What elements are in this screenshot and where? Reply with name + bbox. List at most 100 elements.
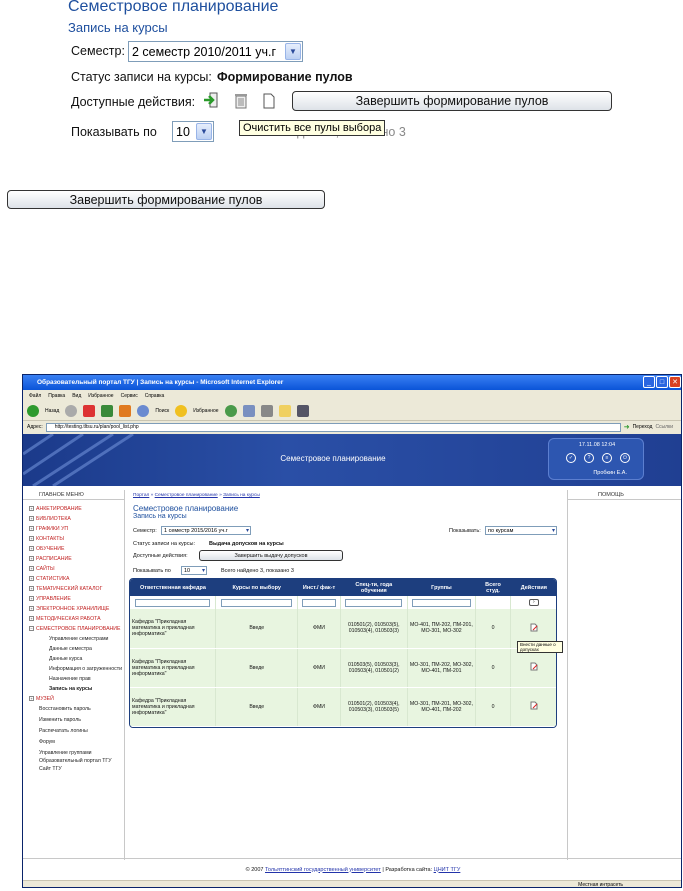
menu-item-statistics[interactable]: + СТАТИСТИКА	[23, 576, 124, 582]
help-panel: ПОМОЩЬ	[567, 490, 681, 860]
menu-edit[interactable]: Правка	[48, 393, 65, 399]
enter-icon[interactable]	[203, 92, 219, 108]
go-arrow-icon[interactable]: ➜	[624, 423, 630, 431]
status-label: Статус записи на курсы:	[71, 70, 212, 84]
table-row: Кафедра "Прикладная математика и приклад…	[130, 648, 556, 688]
edit-document-icon[interactable]	[530, 662, 538, 671]
star-icon[interactable]	[175, 404, 188, 417]
footer-university-link[interactable]: Тольяттинский государственный университе…	[265, 867, 381, 873]
col-dept[interactable]: Ответственная кафедра	[130, 579, 216, 596]
menu-view[interactable]: Вид	[72, 393, 81, 399]
filter-course-input[interactable]	[221, 598, 292, 607]
home-icon[interactable]	[119, 404, 132, 417]
change-password-link[interactable]: Изменить пароль	[23, 717, 124, 723]
col-spec[interactable]: Спец-ти, года обучения	[340, 579, 408, 596]
portal-show-select[interactable]: по курсам	[485, 526, 557, 535]
col-groups[interactable]: Группы	[407, 579, 476, 596]
menu-item-sites[interactable]: + САЙТЫ	[23, 566, 124, 572]
menu-item-education[interactable]: + ОБУЧЕНИЕ	[23, 546, 124, 552]
refresh-icon[interactable]	[101, 404, 114, 417]
search-button[interactable]: Поиск	[155, 408, 169, 414]
breadcrumb-enrollment[interactable]: Запись на курсы	[223, 493, 260, 498]
back-arrow-icon[interactable]	[27, 404, 39, 417]
submenu-workload[interactable]: Информация о загруженности	[23, 666, 124, 672]
filter-apply-button[interactable]: ›	[528, 599, 539, 606]
footer-dev-link[interactable]: ЦНИТ ТГУ	[434, 867, 461, 873]
menu-tools[interactable]: Сервис	[121, 393, 138, 399]
col-total[interactable]: Всего студ.	[475, 579, 511, 596]
links-label[interactable]: Ссылки	[655, 424, 673, 430]
submenu-course-data[interactable]: Данные курса	[23, 656, 124, 662]
document-icon[interactable]	[263, 93, 275, 109]
menu-favorites[interactable]: Избранное	[88, 393, 113, 399]
mail-icon[interactable]	[242, 404, 255, 417]
settings-icon[interactable]: ≡	[602, 453, 612, 463]
filter-spec-input[interactable]	[345, 598, 403, 607]
menu-help[interactable]: Справка	[145, 393, 165, 399]
site-link[interactable]: Сайт ТГУ	[23, 766, 124, 772]
finish-pools-button-standalone[interactable]: Завершить формирование пулов	[7, 190, 325, 209]
menu-item-methodical[interactable]: + МЕТОДИЧЕСКАЯ РАБОТА	[23, 616, 124, 622]
favorites-button[interactable]: Избранное	[193, 408, 218, 414]
forum-link[interactable]: Форум	[23, 739, 124, 745]
browser-toolbar: Назад Поиск Избранное	[23, 401, 681, 421]
col-course[interactable]: Курсы по выбору	[215, 579, 298, 596]
back-button[interactable]: Назад	[45, 408, 59, 414]
status-value: Формирование пулов	[217, 70, 353, 84]
breadcrumb: Портал » Семестровое планирование » Запи…	[133, 493, 260, 498]
menu-item-contacts[interactable]: + КОНТАКТЫ	[23, 536, 124, 542]
portal-link[interactable]: Образовательный портал ТГУ	[23, 758, 124, 764]
menu-item-schedule[interactable]: + РАСПИСАНИЕ	[23, 556, 124, 562]
menu-file[interactable]: Файл	[29, 393, 41, 399]
submenu-semesters[interactable]: Управление семестрами	[23, 636, 124, 642]
semester-select[interactable]: 2 семестр 2010/2011 уч.г ▼	[128, 41, 303, 62]
edit-document-icon[interactable]	[530, 701, 538, 710]
web-page: Семестровое планирование 17.11.08 12:04 …	[23, 434, 681, 880]
breadcrumb-portal[interactable]: Портал	[133, 493, 149, 498]
portal-perpage-select[interactable]: 10	[181, 566, 207, 575]
groups-link[interactable]: Управление группами	[23, 750, 124, 756]
portal-show-label: Показывать:	[449, 528, 481, 534]
maximize-icon[interactable]: □	[656, 376, 668, 388]
filter-inst-input[interactable]	[301, 598, 337, 607]
messenger-icon[interactable]	[296, 404, 309, 417]
col-inst[interactable]: Инст./ фак-т	[297, 579, 341, 596]
menu-item-management[interactable]: + УПРАВЛЕНИЕ	[23, 596, 124, 602]
close-icon[interactable]: ✕	[669, 376, 681, 388]
print-logins-link[interactable]: Распечатать логины	[23, 728, 124, 734]
stop-icon[interactable]	[83, 404, 96, 417]
finish-pools-button[interactable]: Завершить формирование пулов	[292, 91, 612, 111]
menu-item-surveys[interactable]: + АНКЕТИРОВАНИЕ	[23, 506, 124, 512]
filter-dept-input[interactable]	[135, 598, 211, 607]
menu-item-storage[interactable]: + ЭЛЕКТРОННОЕ ХРАНИЛИЩЕ	[23, 606, 124, 612]
folder-icon[interactable]	[278, 404, 291, 417]
breadcrumb-planning[interactable]: Семестровое планирование	[155, 493, 218, 498]
help-icon[interactable]: ?	[584, 453, 594, 463]
trash-icon[interactable]	[235, 93, 247, 109]
submenu-semester-data[interactable]: Данные семестра	[23, 646, 124, 652]
go-button[interactable]: Переход	[633, 424, 653, 430]
check-icon[interactable]: ✓	[566, 453, 576, 463]
restore-password-link[interactable]: Восстановить пароль	[23, 706, 124, 712]
menu-item-catalog[interactable]: + ТЕМАТИЧЕСКИЙ КАТАЛОГ	[23, 586, 124, 592]
filter-groups-input[interactable]	[412, 598, 471, 607]
menu-item-library[interactable]: + БИБЛИОТЕКА	[23, 516, 124, 522]
per-page-select[interactable]: 10 ▼	[172, 121, 214, 142]
edit-document-icon[interactable]	[530, 623, 538, 632]
submenu-enrollment[interactable]: Запись на курсы	[23, 686, 124, 692]
history-icon[interactable]	[224, 404, 237, 417]
submenu-rights[interactable]: Назначение прав	[23, 676, 124, 682]
search-icon[interactable]	[137, 404, 150, 417]
print-icon[interactable]	[260, 404, 273, 417]
menu-item-semester-planning[interactable]: − СЕМЕСТРОВОЕ ПЛАНИРОВАНИЕ	[23, 626, 124, 632]
url-input[interactable]: http://testing.tltsu.ru/plan/pool_list.p…	[45, 422, 621, 432]
filter-row: ›	[130, 596, 556, 609]
menu-item-curriculum-graphs[interactable]: + ГРАФИКИ УП	[23, 526, 124, 532]
forward-arrow-icon[interactable]	[65, 404, 78, 417]
per-page-label: Показывать по	[71, 125, 157, 139]
minimize-icon[interactable]: _	[643, 376, 655, 388]
menu-item-museum[interactable]: + МУЗЕЙ	[23, 696, 124, 702]
portal-semester-select[interactable]: 1 семестр 2015/2016 уч.г	[161, 526, 251, 535]
finish-permits-button[interactable]: Завершить выдачу допусков	[199, 550, 343, 561]
power-icon[interactable]: ⏻	[620, 453, 630, 463]
